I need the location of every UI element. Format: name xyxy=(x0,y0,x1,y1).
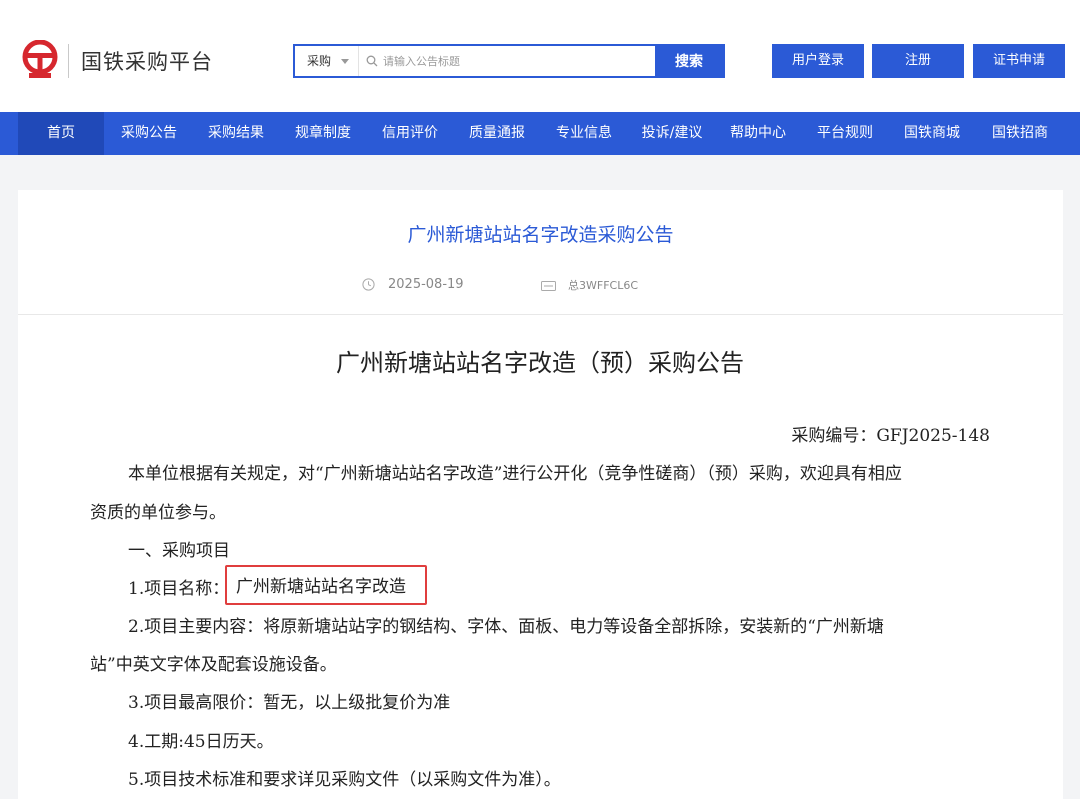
item4-duration: 4.工期:45日历天。 xyxy=(128,732,274,752)
search-bar: 采购 搜索 xyxy=(293,44,725,78)
nav-item-mall[interactable]: 国铁商城 xyxy=(889,112,975,155)
procurement-number: 采购编号：GFJ2025-148 xyxy=(791,426,990,446)
certificate-apply-button[interactable]: 证书申请 xyxy=(973,44,1065,78)
top-header: 国铁采购平台 采购 搜索 用户登录 注册 证书申请 xyxy=(0,0,1080,112)
nav-item-investment[interactable]: 国铁招商 xyxy=(976,112,1064,155)
article-header-title: 广州新塘站站名字改造采购公告 xyxy=(407,224,674,246)
document-title: 广州新塘站站名字改造（预）采购公告 xyxy=(336,349,744,377)
intro-paragraph-line1: 本单位根据有关规定，对“广州新塘站站名字改造”进行公开化（竞争性磋商）（预）采购… xyxy=(128,464,902,484)
item2-line2: 站”中英文字体及配套设施设备。 xyxy=(90,655,337,675)
search-category-label: 采购 xyxy=(307,54,332,68)
nav-item-credit-evaluation[interactable]: 信用评价 xyxy=(367,112,453,155)
main-nav: 首页 采购公告 采购结果 规章制度 信用评价 质量通报 专业信息 投诉/建议 帮… xyxy=(0,112,1080,155)
nav-item-procurement-results[interactable]: 采购结果 xyxy=(193,112,279,155)
search-button[interactable]: 搜索 xyxy=(655,46,723,76)
nav-item-regulations[interactable]: 规章制度 xyxy=(280,112,366,155)
register-button[interactable]: 注册 xyxy=(872,44,964,78)
article-card: 广州新塘站站名字改造采购公告 2025-08-19 总3WFFCL6C 广州新塘… xyxy=(18,190,1063,799)
china-railway-logo-icon[interactable] xyxy=(20,40,60,80)
search-input[interactable] xyxy=(383,46,653,76)
serial-number-icon xyxy=(541,281,556,291)
item5-standards: 5.项目技术标准和要求详见采购文件（以采购文件为准）。 xyxy=(128,770,561,790)
item2-line1: 2.项目主要内容：将原新塘站站字的钢结构、字体、面板、电力等设备全部拆除，安装新… xyxy=(128,617,884,637)
site-title[interactable]: 国铁采购平台 xyxy=(81,48,213,76)
search-icon xyxy=(366,55,378,67)
login-button[interactable]: 用户登录 xyxy=(772,44,864,78)
card-divider xyxy=(18,314,1063,315)
nav-item-help-center[interactable]: 帮助中心 xyxy=(715,112,801,155)
search-category-select[interactable]: 采购 xyxy=(295,46,359,76)
nav-item-home[interactable]: 首页 xyxy=(18,112,104,155)
nav-item-platform-rules[interactable]: 平台规则 xyxy=(802,112,888,155)
item3-price-limit: 3.项目最高限价：暂无，以上级批复价为准 xyxy=(128,693,451,713)
clock-icon xyxy=(362,278,375,291)
notice-number: 总3WFFCL6C xyxy=(568,279,639,292)
nav-item-complaints[interactable]: 投诉/建议 xyxy=(628,112,716,155)
item1-project-name: 广州新塘站站名字改造 xyxy=(236,577,406,597)
chevron-down-icon xyxy=(341,59,349,64)
section-heading-procurement-items: 一、采购项目 xyxy=(128,541,230,561)
publish-date: 2025-08-19 xyxy=(388,277,464,292)
nav-item-quality-reports[interactable]: 质量通报 xyxy=(454,112,540,155)
logo-divider xyxy=(68,44,69,78)
item1-label: 1.项目名称： xyxy=(128,579,230,599)
nav-item-procurement-notices[interactable]: 采购公告 xyxy=(106,112,192,155)
intro-paragraph-line2: 资质的单位参与。 xyxy=(90,503,226,523)
nav-item-professional-info[interactable]: 专业信息 xyxy=(541,112,627,155)
